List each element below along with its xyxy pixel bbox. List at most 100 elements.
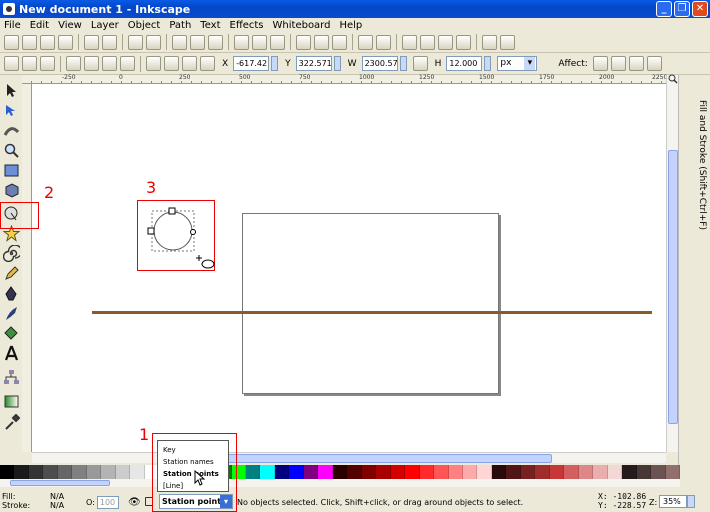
palette-swatch[interactable]	[665, 465, 681, 479]
palette-swatch[interactable]	[289, 465, 304, 479]
text-font-icon[interactable]	[420, 34, 435, 50]
menu-view[interactable]: View	[58, 20, 82, 31]
3d-box-tool-icon[interactable]	[3, 182, 20, 199]
cut-icon[interactable]	[190, 34, 205, 50]
gradient-tool-icon[interactable]	[3, 393, 20, 410]
menu-effects[interactable]: Effects	[230, 20, 264, 31]
xml-editor-icon[interactable]	[438, 34, 453, 50]
calligraphy-tool-icon[interactable]	[3, 305, 20, 322]
palette-swatch[interactable]	[347, 465, 362, 479]
menu-edit[interactable]: Edit	[30, 20, 49, 31]
unlink-clone-icon[interactable]	[332, 34, 347, 50]
palette-swatch[interactable]	[245, 465, 261, 479]
affect-gradients-icon[interactable]	[628, 56, 644, 71]
palette-swatch[interactable]	[506, 465, 521, 479]
palette-swatch[interactable]	[390, 465, 406, 479]
palette-swatch[interactable]	[491, 465, 507, 479]
horizontal-scroll-thumb[interactable]	[222, 454, 552, 463]
affect-patterns-icon[interactable]	[646, 56, 662, 71]
connector-tool-icon[interactable]	[3, 369, 20, 386]
palette-swatch[interactable]	[622, 465, 637, 479]
vertical-scrollbar[interactable]	[666, 75, 678, 452]
pencil-tool-icon[interactable]	[3, 265, 20, 282]
menu-text[interactable]: Text	[200, 20, 220, 31]
undo-icon[interactable]	[128, 34, 143, 50]
zoom-drawing-icon[interactable]	[252, 34, 267, 50]
palette-swatch[interactable]	[86, 465, 102, 479]
select-all-icon[interactable]	[4, 56, 19, 71]
palette-swatch[interactable]	[43, 465, 58, 479]
fill-stroke-dock-tab[interactable]: Fill and Stroke (Shift+Ctrl+F)	[697, 100, 707, 230]
color-palette[interactable]	[0, 465, 681, 479]
redo-icon[interactable]	[146, 34, 161, 50]
new-document-icon[interactable]	[4, 34, 19, 50]
palette-swatch[interactable]	[636, 465, 652, 479]
line-path[interactable]	[92, 311, 652, 314]
palette-swatch[interactable]	[405, 465, 420, 479]
y-spin-icon[interactable]	[333, 56, 341, 71]
menu-path[interactable]: Path	[169, 20, 191, 31]
menu-file[interactable]: File	[4, 20, 21, 31]
deselect-icon[interactable]	[40, 56, 55, 71]
document-properties-icon[interactable]	[500, 34, 515, 50]
flip-horizontal-icon[interactable]	[102, 56, 117, 71]
duplicate-icon[interactable]	[296, 34, 311, 50]
text-tool-icon[interactable]	[3, 345, 20, 362]
pen-tool-icon[interactable]	[3, 285, 20, 302]
palette-scrollbar[interactable]	[0, 479, 680, 487]
horizontal-scrollbar[interactable]	[32, 452, 666, 463]
fill-stroke-icon[interactable]	[402, 34, 417, 50]
fill-stroke-indicator[interactable]: Fill: N/A Stroke: N/A	[2, 492, 64, 510]
palette-swatch[interactable]	[260, 465, 275, 479]
node-tool-icon[interactable]	[3, 102, 20, 119]
print-icon[interactable]	[58, 34, 73, 50]
copy-icon[interactable]	[172, 34, 187, 50]
palette-swatch[interactable]	[130, 465, 145, 479]
palette-swatch[interactable]	[72, 465, 87, 479]
w-spin-icon[interactable]	[399, 56, 407, 71]
palette-scroll-thumb[interactable]	[10, 480, 110, 486]
lower-icon[interactable]	[164, 56, 179, 71]
palette-swatch[interactable]	[115, 465, 131, 479]
rotate-ccw-icon[interactable]	[66, 56, 81, 71]
palette-swatch[interactable]	[578, 465, 594, 479]
h-spin-icon[interactable]	[484, 56, 492, 71]
x-spin-icon[interactable]	[271, 56, 279, 71]
zoom-corner-icon[interactable]	[668, 74, 678, 84]
close-button[interactable]: ✕	[692, 1, 708, 17]
spiral-tool-icon[interactable]	[3, 245, 20, 262]
zoom-input[interactable]: 35%	[659, 495, 687, 508]
paste-icon[interactable]	[208, 34, 223, 50]
palette-swatch[interactable]	[303, 465, 319, 479]
group-icon[interactable]	[358, 34, 373, 50]
palette-swatch[interactable]	[318, 465, 333, 479]
zoom-selection-icon[interactable]	[234, 34, 249, 50]
menu-layer[interactable]: Layer	[91, 20, 119, 31]
palette-swatch[interactable]	[651, 465, 666, 479]
minimize-button[interactable]: _	[656, 1, 672, 17]
palette-swatch[interactable]	[535, 465, 550, 479]
palette-swatch[interactable]	[463, 465, 478, 479]
palette-swatch[interactable]	[477, 465, 492, 479]
menu-whiteboard[interactable]: Whiteboard	[273, 20, 331, 31]
palette-swatch[interactable]	[434, 465, 449, 479]
palette-swatch[interactable]	[593, 465, 608, 479]
zoom-page-icon[interactable]	[270, 34, 285, 50]
lower-to-bottom-icon[interactable]	[146, 56, 161, 71]
zoom-spin-icon[interactable]	[687, 495, 695, 508]
clone-icon[interactable]	[314, 34, 329, 50]
menu-help[interactable]: Help	[339, 20, 362, 31]
y-input[interactable]: 322.571	[295, 56, 332, 71]
selector-tool-icon[interactable]	[3, 82, 20, 99]
x-input[interactable]: -617.42	[233, 56, 270, 71]
opacity-input[interactable]: 100	[96, 496, 119, 509]
lock-proportions-icon[interactable]	[412, 56, 428, 71]
export-icon[interactable]	[102, 34, 117, 50]
palette-swatch[interactable]	[361, 465, 377, 479]
palette-swatch[interactable]	[419, 465, 435, 479]
ungroup-icon[interactable]	[376, 34, 391, 50]
palette-swatch[interactable]	[520, 465, 536, 479]
preferences-icon[interactable]	[482, 34, 497, 50]
zoom-tool-icon[interactable]	[3, 142, 20, 159]
maximize-button[interactable]: ❐	[674, 1, 690, 17]
